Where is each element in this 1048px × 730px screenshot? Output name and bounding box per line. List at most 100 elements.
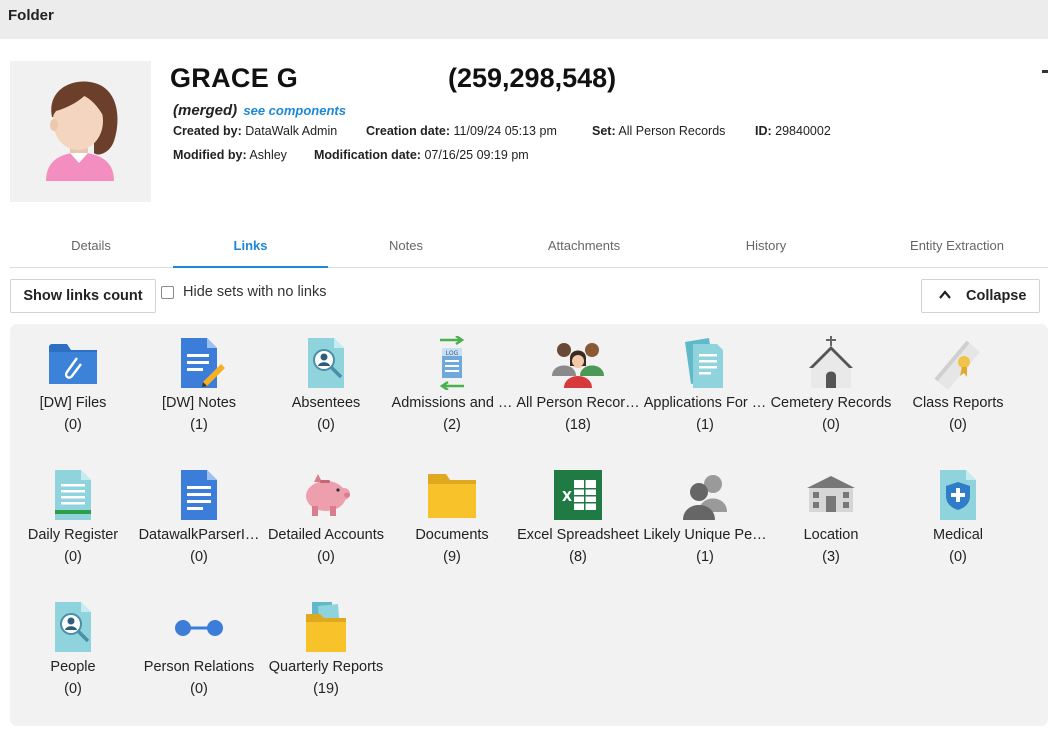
set-tile-people[interactable]: People (0) xyxy=(10,600,136,720)
hide-sets-label: Hide sets with no links xyxy=(183,284,327,300)
set-count: (0) xyxy=(190,549,208,565)
tab-attachments[interactable]: Attachments xyxy=(519,228,649,268)
set-count: (1) xyxy=(190,417,208,433)
collapse-button[interactable]: Collapse xyxy=(921,279,1040,313)
set-name: DatawalkParserI… xyxy=(138,527,260,543)
relation-link-icon xyxy=(173,600,225,654)
merged-row: (merged) see components xyxy=(173,102,346,119)
record-id: ID: 29840002 xyxy=(755,124,831,138)
set-tile-applications[interactable]: Applications For … (1) xyxy=(642,336,768,456)
record-code: (259,298,548) xyxy=(448,63,617,93)
created-by: Created by: DataWalk Admin xyxy=(173,124,337,138)
set-tile-admissions[interactable]: LOG Admissions and … (2) xyxy=(389,336,515,456)
set-name: Cemetery Records xyxy=(770,395,892,411)
set-tile-person-relations[interactable]: Person Relations (0) xyxy=(136,600,262,720)
set-count: (0) xyxy=(949,417,967,433)
svg-text:X: X xyxy=(562,490,572,505)
set-tile-datawalk-parser[interactable]: DatawalkParserI… (0) xyxy=(136,468,262,588)
id-label: ID: xyxy=(755,124,772,138)
created-by-value: DataWalk Admin xyxy=(245,124,338,138)
set-tile-cemetery-records[interactable]: Cemetery Records (0) xyxy=(768,336,894,456)
document-pencil-icon xyxy=(173,336,225,390)
set-name: Absentees xyxy=(291,395,361,411)
title-bar: Folder xyxy=(0,0,1048,39)
modification-date-label: Modification date: xyxy=(314,148,421,162)
set-name: Documents xyxy=(415,527,489,543)
set-name: [DW] Notes xyxy=(161,395,237,411)
svg-text:LOG: LOG xyxy=(446,350,459,357)
set-count: (0) xyxy=(317,549,335,565)
set-name: Quarterly Reports xyxy=(268,659,384,675)
set-tile-dw-files[interactable]: [DW] Files (0) xyxy=(10,336,136,456)
see-components-link[interactable]: see components xyxy=(243,103,346,118)
set-tile-all-person-records[interactable]: All Person Recor… (18) xyxy=(515,336,641,456)
set-count: (1) xyxy=(696,417,714,433)
set-count: (9) xyxy=(443,549,461,565)
merged-label: (merged) xyxy=(173,102,238,119)
set-name: Daily Register xyxy=(27,527,119,543)
creation-date-value: 11/09/24 05:13 pm xyxy=(453,124,557,138)
set-tile-detailed-accounts[interactable]: Detailed Accounts (0) xyxy=(263,468,389,588)
excel-icon: X xyxy=(552,468,604,522)
set-name: Class Reports xyxy=(912,395,1004,411)
tab-entity-extraction[interactable]: Entity Extraction xyxy=(892,228,1022,268)
set-tile-excel-spreadsheet[interactable]: X Excel Spreadsheet (8) xyxy=(515,468,641,588)
document-search-person-icon xyxy=(47,600,99,654)
set-count: (0) xyxy=(190,681,208,697)
blue-folder-paperclip-icon xyxy=(47,336,99,390)
document-search-person-icon xyxy=(300,336,352,390)
set-count: (2) xyxy=(443,417,461,433)
tab-notes[interactable]: Notes xyxy=(348,228,464,268)
window-title: Folder xyxy=(8,7,54,24)
id-value: 29840002 xyxy=(775,124,831,138)
yellow-folder-icon xyxy=(426,468,478,522)
set-tile-dw-notes[interactable]: [DW] Notes (1) xyxy=(136,336,262,456)
set-count: (0) xyxy=(822,417,840,433)
set-count: (8) xyxy=(569,549,587,565)
set-tile-daily-register[interactable]: Daily Register (0) xyxy=(10,468,136,588)
building-icon xyxy=(805,468,857,522)
set-tile-likely-unique[interactable]: Likely Unique Pe… (1) xyxy=(642,468,768,588)
set-count: (1) xyxy=(696,549,714,565)
set-count: (3) xyxy=(822,549,840,565)
tab-history[interactable]: History xyxy=(707,228,825,268)
modified-by-value: Ashley xyxy=(249,148,287,162)
log-transfer-icon: LOG xyxy=(426,336,478,390)
set-name: Applications For … xyxy=(643,395,767,411)
hide-sets-checkbox[interactable] xyxy=(161,286,174,299)
set-name: People xyxy=(50,659,96,675)
set-tile-absentees[interactable]: Absentees (0) xyxy=(263,336,389,456)
set-tile-location[interactable]: Location (3) xyxy=(768,468,894,588)
set-count: (0) xyxy=(64,549,82,565)
record-name: GRACE G xyxy=(170,63,299,93)
set-name: All Person Recor… xyxy=(516,395,640,411)
folder-files-icon xyxy=(300,600,352,654)
record-tabs: Details Links Notes Attachments History … xyxy=(10,228,1048,268)
set-name: Detailed Accounts xyxy=(267,527,385,543)
set-tile-medical[interactable]: Medical (0) xyxy=(895,468,1021,588)
show-links-count-button[interactable]: Show links count xyxy=(10,279,156,313)
tab-details[interactable]: Details xyxy=(34,228,148,268)
collapse-label: Collapse xyxy=(966,288,1027,304)
set-name: Likely Unique Pe… xyxy=(643,527,767,543)
set-name: Location xyxy=(803,527,859,543)
set-count: (18) xyxy=(565,417,591,433)
created-by-label: Created by: xyxy=(173,124,242,138)
set-count: (19) xyxy=(313,681,339,697)
stacked-documents-icon xyxy=(679,336,731,390)
more-menu-icon[interactable] xyxy=(1042,70,1048,73)
set-tile-documents[interactable]: Documents (9) xyxy=(389,468,515,588)
set-name: Excel Spreadsheet xyxy=(517,527,639,543)
set-tile-class-reports[interactable]: Class Reports (0) xyxy=(895,336,1021,456)
blue-document-icon xyxy=(173,468,225,522)
set-count: (0) xyxy=(64,681,82,697)
set-tile-quarterly-reports[interactable]: Quarterly Reports (19) xyxy=(263,600,389,720)
female-avatar-icon xyxy=(46,81,118,181)
set-name: Person Relations xyxy=(143,659,255,675)
diploma-icon xyxy=(932,336,984,390)
record-set: Set: All Person Records xyxy=(592,124,725,138)
tab-links[interactable]: Links xyxy=(173,228,328,268)
modification-date: Modification date: 07/16/25 09:19 pm xyxy=(314,148,529,162)
set-name: Admissions and … xyxy=(391,395,513,411)
people-group-icon xyxy=(552,336,604,390)
